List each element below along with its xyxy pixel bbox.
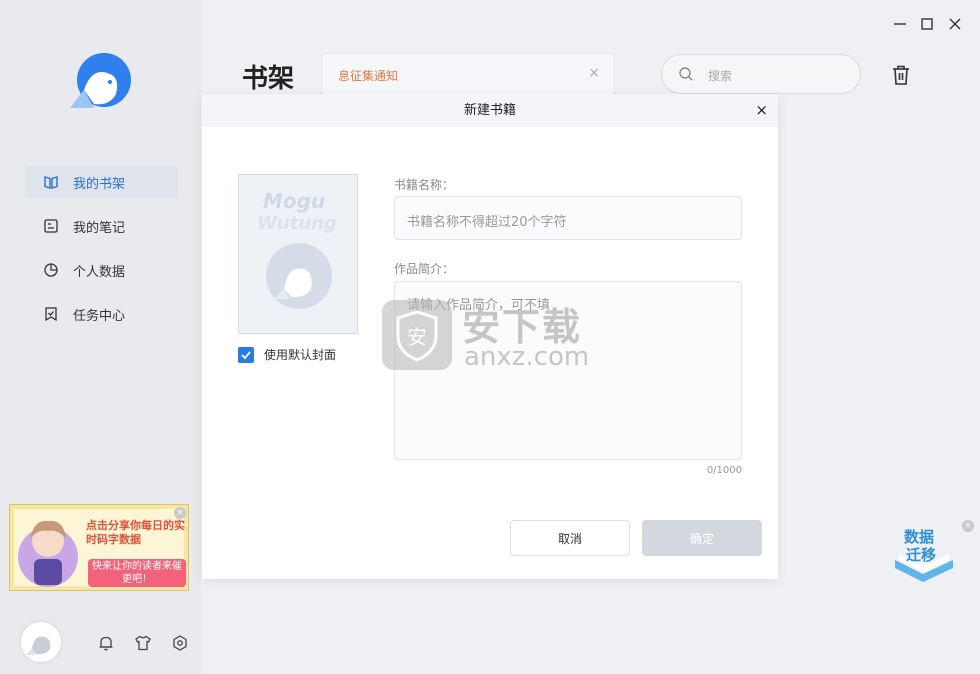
migrate-label-line1: 数据 bbox=[904, 528, 934, 546]
dialog-close-button[interactable]: × bbox=[755, 94, 768, 127]
minimize-icon[interactable] bbox=[892, 16, 908, 32]
maximize-icon[interactable] bbox=[919, 16, 935, 32]
book-icon bbox=[43, 174, 59, 190]
dialog-title: 新建书籍 bbox=[463, 103, 516, 118]
ad-close-button[interactable]: × bbox=[174, 507, 186, 519]
sidebar-nav: 我的书架 我的笔记 个人数据 任务中心 bbox=[25, 166, 178, 342]
cover-title: Mogu bbox=[263, 189, 326, 213]
cover-subtitle: Wutung bbox=[257, 213, 337, 234]
book-cover-preview[interactable]: Mogu Wutung bbox=[238, 174, 358, 334]
migrate-label-line2: 迁移 bbox=[906, 546, 936, 564]
ad-headline: 点击分享你每日的实时码字数据 bbox=[86, 519, 185, 546]
default-cover-label: 使用默认封面 bbox=[264, 348, 337, 362]
confirm-button[interactable]: 确定 bbox=[642, 520, 762, 556]
watermark-shield-char: 安 bbox=[407, 325, 427, 349]
cover-bird-icon bbox=[266, 243, 332, 309]
intro-label: 作品简介： bbox=[394, 262, 455, 276]
sidebar-item-label: 任务中心 bbox=[73, 308, 126, 324]
notice-text[interactable]: 息征集通知 bbox=[338, 67, 398, 84]
share-ad-banner[interactable]: 点击分享你每日的实时码字数据 快来让你的读者来催更吧！ × bbox=[9, 504, 189, 591]
note-icon bbox=[43, 218, 59, 234]
data-migration-button[interactable]: 数据 迁移 bbox=[889, 520, 959, 590]
bottom-toolbar bbox=[97, 634, 189, 652]
sidebar-item-label: 我的笔记 bbox=[73, 220, 126, 236]
task-icon bbox=[43, 306, 59, 322]
sidebar-item-label: 个人数据 bbox=[73, 264, 126, 280]
sidebar-item-personal-data[interactable]: 个人数据 bbox=[25, 254, 178, 286]
close-icon[interactable] bbox=[947, 16, 963, 32]
migrate-close-button[interactable]: × bbox=[962, 520, 974, 532]
dialog-header: 新建书籍 × bbox=[202, 94, 778, 127]
char-counter: 0/1000 bbox=[706, 465, 742, 476]
bell-icon[interactable] bbox=[97, 634, 115, 652]
user-avatar-icon bbox=[26, 636, 51, 655]
ad-cta[interactable]: 快来让你的读者来催更吧！ bbox=[88, 559, 186, 587]
avatar[interactable] bbox=[19, 620, 63, 664]
book-name-label: 书籍名称： bbox=[394, 178, 455, 192]
sidebar-item-tasks[interactable]: 任务中心 bbox=[25, 298, 178, 330]
sidebar-item-notes[interactable]: 我的笔记 bbox=[25, 210, 178, 242]
sidebar-item-label: 我的书架 bbox=[73, 176, 126, 192]
app-logo-icon bbox=[70, 52, 132, 110]
book-name-field[interactable]: 书籍名称不得超过20个字符 bbox=[394, 196, 742, 240]
watermark: 安 安下载 anxz.com bbox=[382, 296, 622, 376]
cancel-button[interactable]: 取消 bbox=[510, 520, 630, 556]
shirt-icon[interactable] bbox=[134, 634, 152, 652]
character-illustration-icon bbox=[18, 520, 78, 587]
page-title: 书架 bbox=[242, 64, 295, 94]
search-input[interactable]: 搜索 bbox=[661, 54, 861, 94]
trash-icon[interactable] bbox=[891, 64, 911, 86]
search-icon bbox=[678, 66, 694, 82]
sidebar-item-bookshelf[interactable]: 我的书架 bbox=[25, 166, 178, 198]
settings-icon[interactable] bbox=[171, 634, 189, 652]
ad-background: 点击分享你每日的实时码字数据 快来让你的读者来催更吧！ bbox=[14, 509, 186, 587]
pie-chart-icon bbox=[43, 262, 59, 278]
notice-bar[interactable]: 息征集通知 × bbox=[321, 53, 615, 95]
default-cover-option[interactable]: 使用默认封面 bbox=[238, 346, 336, 363]
default-cover-checkbox[interactable] bbox=[238, 346, 254, 363]
watermark-shield-icon: 安 bbox=[382, 300, 452, 370]
sidebar: 我的书架 我的笔记 个人数据 任务中心 点击分享你每日的实时码字数据 快来让你的… bbox=[0, 0, 201, 674]
search-placeholder: 搜索 bbox=[708, 69, 733, 83]
watermark-url: anxz.com bbox=[464, 342, 590, 372]
notice-close-button[interactable]: × bbox=[588, 65, 600, 81]
book-name-placeholder: 书籍名称不得超过20个字符 bbox=[407, 215, 567, 230]
